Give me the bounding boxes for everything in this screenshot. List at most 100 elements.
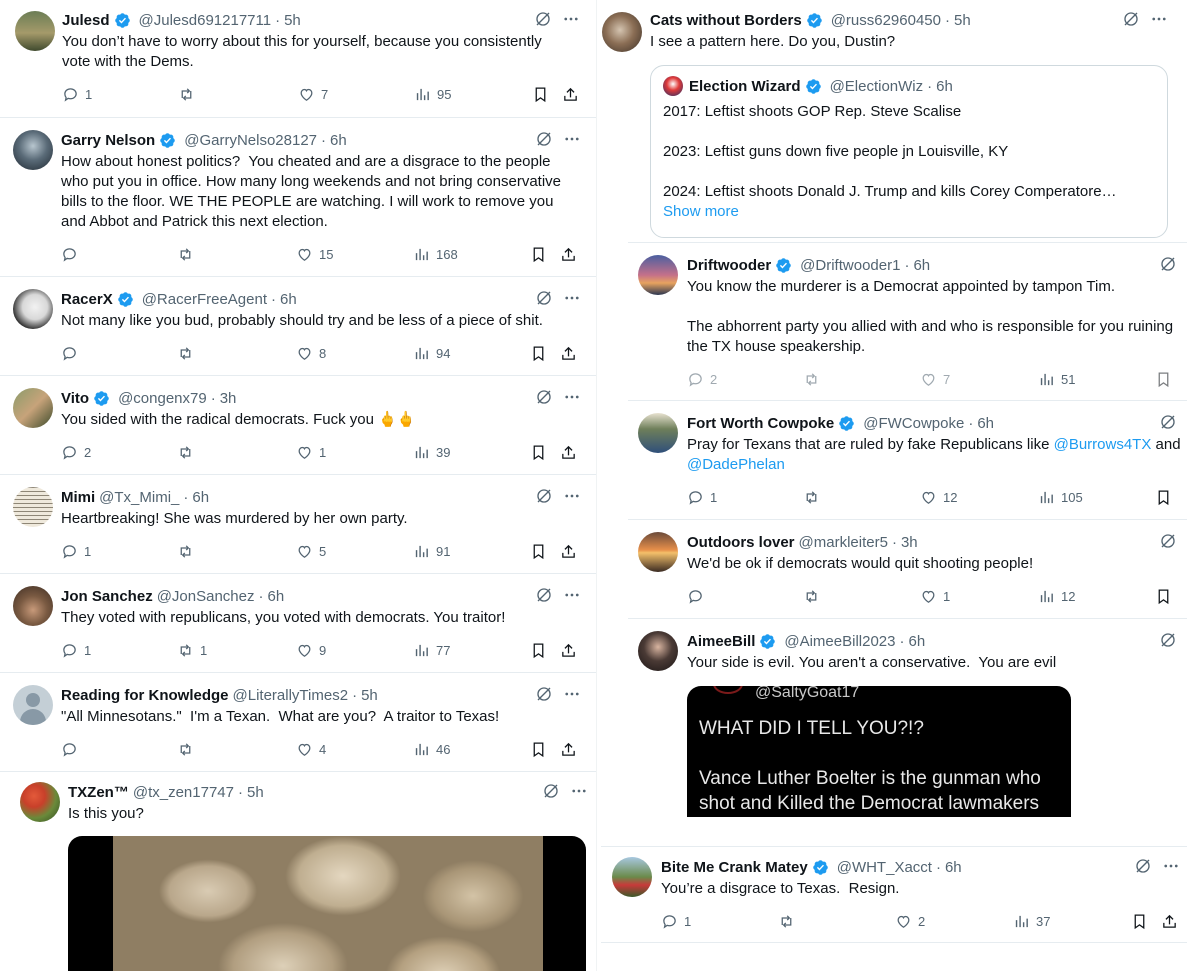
grok-icon[interactable]: [534, 10, 552, 28]
avatar[interactable]: [638, 413, 678, 453]
bookmark-button[interactable]: [532, 86, 555, 103]
bookmark-button[interactable]: [1155, 371, 1178, 388]
share-button[interactable]: [560, 543, 583, 560]
timestamp[interactable]: 5h: [284, 12, 301, 29]
display-name[interactable]: Bite Me Crank Matey: [661, 859, 808, 876]
grok-icon[interactable]: [535, 289, 553, 307]
like-button[interactable]: 9: [296, 642, 326, 659]
timestamp[interactable]: 5h: [247, 784, 264, 801]
bookmark-button[interactable]: [530, 642, 553, 659]
display-name[interactable]: Garry Nelson: [61, 132, 155, 149]
repost-button[interactable]: [803, 489, 826, 506]
more-icon[interactable]: [563, 685, 581, 703]
like-button[interactable]: 5: [296, 543, 326, 560]
more-icon[interactable]: [563, 289, 581, 307]
grok-icon[interactable]: [1159, 532, 1177, 550]
like-button[interactable]: 12: [920, 489, 957, 506]
timestamp[interactable]: 6h: [268, 588, 285, 605]
handle[interactable]: @GarryNelso28127: [184, 132, 317, 149]
more-icon[interactable]: [1150, 10, 1168, 28]
grok-icon[interactable]: [535, 388, 553, 406]
repost-button[interactable]: [177, 246, 200, 263]
like-button[interactable]: 7: [920, 371, 950, 388]
display-name[interactable]: RacerX: [61, 291, 113, 308]
like-button[interactable]: 1: [296, 444, 326, 461]
repost-button[interactable]: 1: [177, 642, 207, 659]
share-button[interactable]: [560, 642, 583, 659]
like-button[interactable]: 7: [298, 86, 328, 103]
views-button[interactable]: 168: [413, 246, 458, 263]
avatar[interactable]: [13, 130, 53, 170]
avatar[interactable]: [13, 388, 53, 428]
bookmark-button[interactable]: [530, 246, 553, 263]
reply-button[interactable]: [61, 246, 84, 263]
quote-handle[interactable]: @ElectionWiz: [830, 78, 924, 95]
more-icon[interactable]: [562, 10, 580, 28]
share-button[interactable]: [560, 444, 583, 461]
views-button[interactable]: 39: [413, 444, 450, 461]
tweet-outdoors-lover[interactable]: Outdoors lover @markleiter5 · 3h We'd be…: [628, 520, 1187, 619]
handle[interactable]: @markleiter5: [799, 534, 888, 551]
grok-icon[interactable]: [1159, 631, 1177, 649]
more-icon[interactable]: [563, 130, 581, 148]
repost-button[interactable]: [177, 345, 200, 362]
display-name[interactable]: Outdoors lover: [687, 534, 795, 551]
quoted-tweet[interactable]: Election Wizard @ElectionWiz · 6h 2017: …: [650, 65, 1168, 238]
handle[interactable]: @tx_zen17747: [133, 784, 234, 801]
grok-icon[interactable]: [1122, 10, 1140, 28]
quote-timestamp[interactable]: 6h: [936, 78, 953, 95]
tweet-cats-without-borders[interactable]: Cats without Borders @russ62960450 · 5h …: [597, 0, 1187, 242]
mention-link[interactable]: @Burrows4TX: [1054, 436, 1152, 453]
bookmark-button[interactable]: [530, 741, 553, 758]
views-button[interactable]: 37: [1013, 913, 1050, 930]
display-name[interactable]: TXZen™: [68, 784, 129, 801]
tweet-racerx[interactable]: RacerX @RacerFreeAgent · 6h Not many lik…: [0, 277, 596, 376]
handle[interactable]: @RacerFreeAgent: [142, 291, 267, 308]
timestamp[interactable]: 6h: [977, 415, 994, 432]
repost-button[interactable]: [177, 543, 200, 560]
grok-icon[interactable]: [1134, 857, 1152, 875]
views-button[interactable]: 46: [413, 741, 450, 758]
avatar[interactable]: [638, 631, 678, 671]
handle[interactable]: @russ62960450: [831, 12, 941, 29]
quote-avatar[interactable]: [663, 76, 683, 96]
avatar[interactable]: [612, 857, 652, 897]
grok-icon[interactable]: [535, 586, 553, 604]
repost-button[interactable]: [803, 371, 826, 388]
bookmark-button[interactable]: [530, 543, 553, 560]
bookmark-button[interactable]: [1155, 489, 1178, 506]
avatar[interactable]: [13, 586, 53, 626]
bookmark-button[interactable]: [530, 345, 553, 362]
tweet-vito[interactable]: Vito @congenx79 · 3h You sided with the …: [0, 376, 596, 475]
more-icon[interactable]: [563, 586, 581, 604]
tweet-driftwooder[interactable]: Driftwooder @Driftwooder1 · 6h You know …: [628, 242, 1187, 401]
handle[interactable]: @FWCowpoke: [863, 415, 964, 432]
reply-button[interactable]: 1: [661, 913, 691, 930]
display-name[interactable]: Mimi: [61, 489, 95, 506]
handle[interactable]: @AimeeBill2023: [784, 633, 895, 650]
avatar[interactable]: [13, 289, 53, 329]
grok-icon[interactable]: [1159, 255, 1177, 273]
timestamp[interactable]: 6h: [280, 291, 297, 308]
timestamp[interactable]: 6h: [913, 257, 930, 274]
grok-icon[interactable]: [542, 782, 560, 800]
tweet-aimeebill[interactable]: AimeeBill @AimeeBill2023 · 6h Your side …: [628, 619, 1187, 819]
reply-button[interactable]: 1: [687, 489, 717, 506]
display-name[interactable]: Jon Sanchez: [61, 588, 153, 605]
views-button[interactable]: 95: [414, 86, 451, 103]
grok-icon[interactable]: [535, 130, 553, 148]
avatar[interactable]: [20, 782, 60, 822]
views-button[interactable]: 105: [1038, 489, 1083, 506]
like-button[interactable]: 4: [296, 741, 326, 758]
tweet-garry-nelson[interactable]: Garry Nelson @GarryNelso28127 · 6h How a…: [0, 118, 596, 277]
like-button[interactable]: 1: [920, 588, 950, 605]
reply-button[interactable]: 1: [62, 86, 92, 103]
like-button[interactable]: 15: [296, 246, 333, 263]
bookmark-button[interactable]: [1131, 913, 1154, 930]
grok-icon[interactable]: [1159, 413, 1177, 431]
display-name[interactable]: Cats without Borders: [650, 12, 802, 29]
views-button[interactable]: 91: [413, 543, 450, 560]
tweet-mimi[interactable]: Mimi @Tx_Mimi_ · 6h Heartbreaking! She w…: [0, 475, 596, 574]
avatar[interactable]: [13, 685, 53, 725]
repost-button[interactable]: [778, 913, 801, 930]
